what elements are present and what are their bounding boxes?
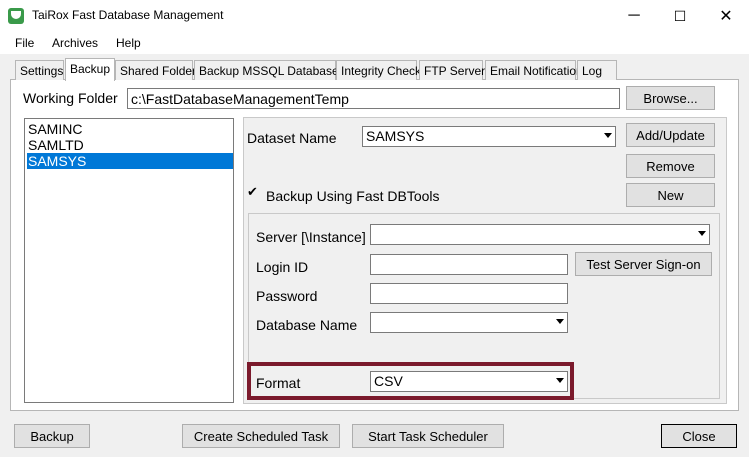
password-label: Password [256,288,318,304]
tab-backup-mssql[interactable]: Backup MSSQL Databases [194,60,345,80]
list-item-selected[interactable]: SAMSYS [27,153,233,169]
list-item[interactable]: SAMLTD [27,137,233,153]
menu-archives[interactable]: Archives [52,36,98,50]
add-update-button[interactable]: Add/Update [626,123,715,147]
tab-settings[interactable]: Settings [15,60,64,80]
format-highlight-box [247,362,574,400]
test-server-signon-button[interactable]: Test Server Sign-on [575,252,712,276]
window-title: TaiRox Fast Database Management [32,8,224,22]
tab-email-notification[interactable]: Email Notification [485,60,583,80]
password-input[interactable] [370,283,568,304]
working-folder-input[interactable]: c:\FastDatabaseManagementTemp [127,88,620,109]
backup-fast-checkbox[interactable]: ✔ [247,185,259,198]
remove-button[interactable]: Remove [626,154,715,178]
browse-button[interactable]: Browse... [626,86,715,110]
chevron-down-icon [604,133,612,138]
menu-file[interactable]: File [15,36,34,50]
minimize-button[interactable]: ─ [611,0,657,32]
chevron-down-icon [698,231,706,236]
tab-shared-folder[interactable]: Shared Folder [115,60,196,80]
menu-help[interactable]: Help [116,36,141,50]
backup-button[interactable]: Backup [14,424,90,448]
tab-backup[interactable]: Backup [65,58,115,81]
close-button[interactable]: Close [661,424,737,448]
menu-bar [0,32,749,54]
login-id-label: Login ID [256,259,309,275]
list-item[interactable]: SAMINC [27,121,233,137]
backup-fast-label: Backup Using Fast DBTools [266,188,440,204]
close-window-button[interactable]: ✕ [703,0,749,32]
maximize-button[interactable]: ☐ [657,0,703,32]
database-name-combo[interactable] [370,312,568,333]
start-task-scheduler-button[interactable]: Start Task Scheduler [352,424,504,448]
create-scheduled-task-button[interactable]: Create Scheduled Task [182,424,340,448]
server-combo[interactable] [370,224,710,245]
dataset-name-label: Dataset Name [247,130,337,146]
database-name-label: Database Name [256,317,358,333]
dataset-name-combo[interactable]: SAMSYS [362,126,616,147]
tab-ftp-server[interactable]: FTP Server [419,60,485,80]
dataset-list[interactable]: SAMINC SAMLTD SAMSYS [24,118,234,403]
login-id-input[interactable] [370,254,568,275]
new-button[interactable]: New [626,183,715,207]
chevron-down-icon [556,319,564,324]
server-label: Server [\Instance] [256,229,366,245]
tab-integrity-check[interactable]: Integrity Check [336,60,421,80]
working-folder-label: Working Folder [23,90,118,106]
dataset-name-value: SAMSYS [366,128,425,144]
tab-log[interactable]: Log [577,60,617,80]
app-logo-icon [8,8,24,24]
